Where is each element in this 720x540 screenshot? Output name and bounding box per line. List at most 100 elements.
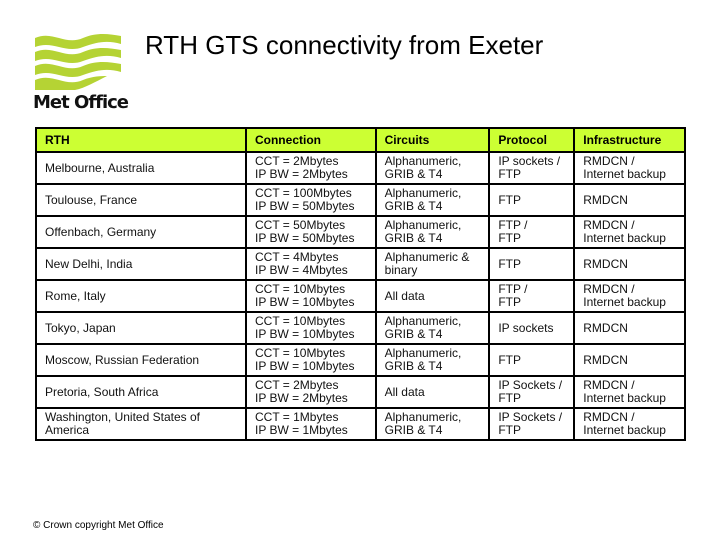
- cell-text: FTP: [498, 391, 521, 405]
- cell-infrastructure: RMDCN: [573, 343, 686, 377]
- cell-infrastructure: RMDCN: [573, 247, 686, 281]
- table-header-row: RTH Connection Circuits Protocol Infrast…: [35, 127, 686, 153]
- column-header-protocol: Protocol: [488, 127, 576, 153]
- table-row: Pretoria, South Africa CCT = 2Mbytes IP BW…: [35, 375, 686, 409]
- cell-protocol: FTP: [488, 183, 576, 217]
- cell-text: binary: [384, 263, 418, 277]
- cell-text: IP BW = 50Mbytes: [254, 199, 355, 213]
- cell-circuits: Alphanumeric, GRIB & T4: [374, 311, 491, 345]
- cell-infrastructure: RMDCN / Internet backup: [573, 375, 686, 409]
- cell-protocol: IP sockets: [488, 311, 576, 345]
- cell-rth: Tokyo, Japan: [35, 311, 247, 345]
- cell-circuits: Alphanumeric, GRIB & T4: [374, 183, 491, 217]
- cell-text: Rome, Italy: [45, 288, 106, 303]
- cell-text: RMDCN: [583, 320, 628, 335]
- cell-rth: Offenbach, Germany: [35, 215, 247, 249]
- cell-rth: Washington, United States of America: [35, 407, 247, 441]
- cell-connection: CCT = 10Mbytes IP BW = 10Mbytes: [244, 311, 377, 345]
- cell-protocol: IP Sockets / FTP: [488, 375, 576, 409]
- cell-circuits: Alphanumeric, GRIB & T4: [374, 407, 491, 441]
- cell-text: IP BW = 10Mbytes: [254, 359, 355, 373]
- cell-text: RMDCN: [583, 192, 628, 207]
- cell-infrastructure: RMDCN / Internet backup: [573, 215, 686, 249]
- cell-rth: Melbourne, Australia: [35, 151, 247, 185]
- cell-rth: Toulouse, France: [35, 183, 247, 217]
- cell-connection: CCT = 10Mbytes IP BW = 10Mbytes: [244, 279, 377, 313]
- cell-protocol: IP Sockets / FTP: [488, 407, 576, 441]
- cell-text: Tokyo, Japan: [45, 320, 116, 335]
- cell-text: GRIB & T4: [384, 167, 443, 181]
- table-row: Tokyo, Japan CCT = 10Mbytes IP BW = 10Mbyt…: [35, 311, 686, 345]
- cell-rth: Rome, Italy: [35, 279, 247, 313]
- table-row: Melbourne, Australia CCT = 2Mbytes IP BW =…: [35, 151, 686, 185]
- waves-logo-icon: [35, 34, 121, 90]
- cell-circuits: All data: [374, 375, 491, 409]
- table-row: Moscow, Russian Federation CCT = 10Mbytes…: [35, 343, 686, 377]
- cell-text: FTP: [498, 256, 521, 271]
- cell-text: Internet backup: [583, 423, 666, 437]
- cell-text: Moscow, Russian Federation: [45, 352, 200, 367]
- cell-text: IP sockets: [498, 320, 554, 335]
- cell-connection: CCT = 10Mbytes IP BW = 10Mbytes: [244, 343, 377, 377]
- cell-text: Internet backup: [583, 295, 666, 309]
- cell-infrastructure: RMDCN: [573, 183, 686, 217]
- cell-rth: Pretoria, South Africa: [35, 375, 247, 409]
- cell-text: IP BW = 2Mbytes: [254, 167, 348, 181]
- cell-protocol: FTP / FTP: [488, 215, 576, 249]
- cell-circuits: Alphanumeric, GRIB & T4: [374, 151, 491, 185]
- cell-text: FTP: [498, 167, 521, 181]
- table-row: New Delhi, India CCT = 4Mbytes IP BW = 4Mb…: [35, 247, 686, 281]
- table-row: Rome, Italy CCT = 10Mbytes IP BW = 10Mbyte…: [35, 279, 686, 313]
- column-header-connection: Connection: [244, 127, 377, 153]
- cell-rth: Moscow, Russian Federation: [35, 343, 247, 377]
- cell-rth: New Delhi, India: [35, 247, 247, 281]
- cell-connection: CCT = 2Mbytes IP BW = 2Mbytes: [244, 375, 377, 409]
- cell-connection: CCT = 1Mbytes IP BW = 1Mbytes: [244, 407, 377, 441]
- cell-protocol: IP sockets / FTP: [488, 151, 576, 185]
- cell-text: Offenbach, Germany: [45, 224, 157, 239]
- cell-text: RMDCN: [583, 352, 628, 367]
- cell-infrastructure: RMDCN: [573, 311, 686, 345]
- cell-circuits: Alphanumeric & binary: [374, 247, 491, 281]
- cell-text: RMDCN: [583, 256, 628, 271]
- cell-text: All data: [384, 288, 425, 303]
- column-header-circuits: Circuits: [374, 127, 491, 153]
- cell-text: Melbourne, Australia: [45, 160, 155, 175]
- logo-text: Met Office: [33, 92, 129, 113]
- copyright-footer: © Crown copyright Met Office: [33, 520, 164, 531]
- cell-circuits: All data: [374, 279, 491, 313]
- cell-protocol: FTP: [488, 247, 576, 281]
- cell-infrastructure: RMDCN / Internet backup: [573, 279, 686, 313]
- cell-text: IP BW = 50Mbytes: [254, 231, 355, 245]
- cell-infrastructure: RMDCN / Internet backup: [573, 151, 686, 185]
- cell-connection: CCT = 50Mbytes IP BW = 50Mbytes: [244, 215, 377, 249]
- cell-text: America: [45, 423, 90, 437]
- cell-text: Internet backup: [583, 231, 666, 245]
- table-row: Offenbach, Germany CCT = 50Mbytes IP BW = …: [35, 215, 686, 249]
- cell-text: GRIB & T4: [384, 327, 443, 341]
- cell-text: FTP: [498, 192, 521, 207]
- cell-protocol: FTP: [488, 343, 576, 377]
- cell-connection: CCT = 4Mbytes IP BW = 4Mbytes: [244, 247, 377, 281]
- cell-infrastructure: RMDCN / Internet backup: [573, 407, 686, 441]
- cell-text: IP BW = 1Mbytes: [254, 423, 348, 437]
- cell-text: Toulouse, France: [45, 192, 138, 207]
- cell-text: GRIB & T4: [384, 199, 443, 213]
- cell-text: IP BW = 4Mbytes: [254, 263, 348, 277]
- cell-text: FTP: [498, 423, 521, 437]
- table-row: Washington, United States of America CCT =…: [35, 407, 686, 441]
- column-header-rth: RTH: [35, 127, 247, 153]
- connectivity-table: RTH Connection Circuits Protocol Infrast…: [35, 127, 686, 441]
- cell-text: FTP: [498, 231, 521, 245]
- cell-circuits: Alphanumeric, GRIB & T4: [374, 215, 491, 249]
- table-row: Toulouse, France CCT = 100Mbytes IP BW = 5…: [35, 183, 686, 217]
- cell-text: IP BW = 10Mbytes: [254, 327, 355, 341]
- column-header-infrastructure: Infrastructure: [573, 127, 686, 153]
- cell-text: FTP: [498, 295, 521, 309]
- cell-text: GRIB & T4: [384, 359, 443, 373]
- cell-text: New Delhi, India: [45, 256, 133, 271]
- cell-text: Internet backup: [583, 167, 666, 181]
- cell-text: IP BW = 10Mbytes: [254, 295, 355, 309]
- cell-connection: CCT = 2Mbytes IP BW = 2Mbytes: [244, 151, 377, 185]
- cell-text: All data: [384, 384, 425, 399]
